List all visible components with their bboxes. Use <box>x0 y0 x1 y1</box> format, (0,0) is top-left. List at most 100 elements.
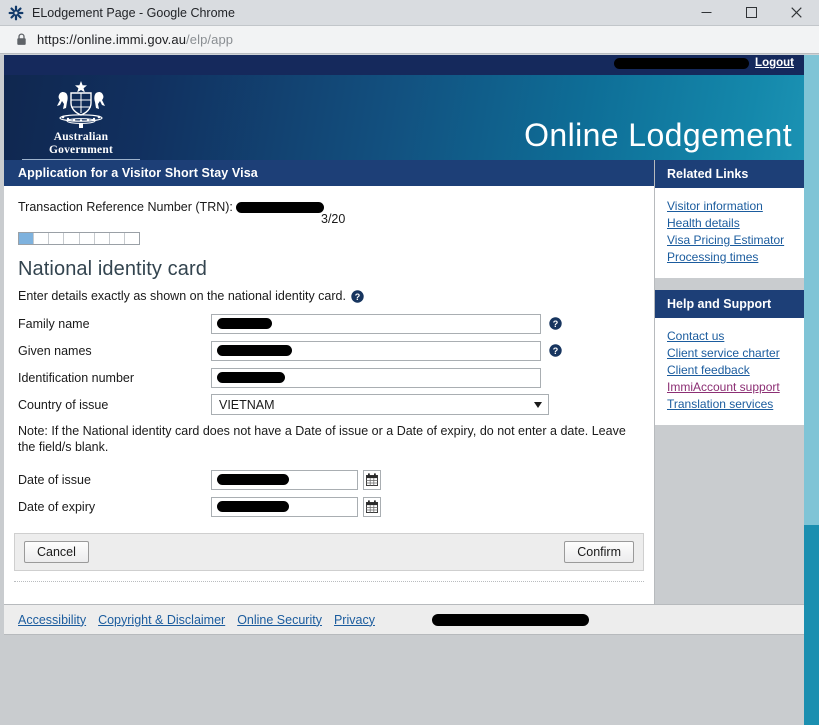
crest-line-government: Australian Government <box>22 131 140 160</box>
page-content: Logout <box>4 55 808 725</box>
browser-window: ELodgement Page - Google Chrome https://… <box>0 0 819 725</box>
label-family-name: Family name <box>18 317 211 331</box>
footer-link-privacy[interactable]: Privacy <box>334 613 375 627</box>
window-controls <box>684 0 819 26</box>
form-row-date-of-expiry: Date of expiry <box>18 496 640 517</box>
given-names-value-redacted <box>217 345 292 356</box>
version-redacted <box>432 614 589 626</box>
sidebar-link-contact-us[interactable]: Contact us <box>667 328 808 344</box>
url-text: https://online.immi.gov.au/elp/app <box>37 32 233 47</box>
label-date-of-issue: Date of issue <box>18 473 211 487</box>
identification-number-input[interactable] <box>211 368 541 388</box>
progress-segment <box>95 233 110 244</box>
label-given-names: Given names <box>18 344 211 358</box>
sidebar-tail <box>655 425 808 585</box>
form-row-family-name: Family name ? <box>18 313 640 334</box>
related-links-panel: Related Links Visitor information Health… <box>655 160 808 278</box>
progress-segment <box>64 233 79 244</box>
footer-link-online-security[interactable]: Online Security <box>237 613 322 627</box>
help-support-panel: Help and Support Contact us Client servi… <box>655 290 808 425</box>
sidebar-link-processing-times[interactable]: Processing times <box>667 249 808 265</box>
progress-bar <box>18 232 140 245</box>
browser-titlebar: ELodgement Page - Google Chrome <box>0 0 819 26</box>
scrollbar-thumb[interactable] <box>804 55 819 525</box>
url-path: /elp/app <box>186 32 233 47</box>
maximize-icon[interactable] <box>729 0 774 26</box>
below-fold-area <box>4 635 808 725</box>
date-of-issue-input[interactable] <box>211 470 358 490</box>
site-utility-bar: Logout <box>4 55 808 75</box>
sidebar-link-immiaccount-support[interactable]: ImmiAccount support <box>667 379 808 395</box>
application-section-title: Application for a Visitor Short Stay Vis… <box>4 160 654 186</box>
banner-title: Online Lodgement <box>524 117 792 154</box>
help-links-list: Contact us Client service charter Client… <box>655 318 808 425</box>
date-of-expiry-input[interactable] <box>211 497 358 517</box>
help-icon[interactable]: ? <box>549 317 562 330</box>
progress-row: 3/20 <box>18 220 640 254</box>
sidebar-link-visa-pricing-estimator[interactable]: Visa Pricing Estimator <box>667 232 808 248</box>
sidebar-link-client-feedback[interactable]: Client feedback <box>667 362 808 378</box>
given-names-input[interactable] <box>211 341 541 361</box>
confirm-button[interactable]: Confirm <box>564 541 634 563</box>
footer-link-copyright-disclaimer[interactable]: Copyright & Disclaimer <box>98 613 225 627</box>
date-of-issue-value-redacted <box>217 474 289 485</box>
instruction-label: Enter details exactly as shown on the na… <box>18 289 346 303</box>
help-support-title: Help and Support <box>655 290 808 318</box>
form-button-bar: Cancel Confirm <box>14 533 644 571</box>
page-footer: Accessibility Copyright & Disclaimer Onl… <box>4 604 808 635</box>
progress-segment <box>19 233 34 244</box>
form-row-date-of-issue: Date of issue <box>18 469 640 490</box>
page-scrollbar[interactable] <box>804 55 819 725</box>
calendar-icon[interactable] <box>363 470 381 490</box>
svg-text:?: ? <box>355 291 361 301</box>
site-banner: Australian Government Department of Home… <box>4 75 808 160</box>
lock-icon <box>16 33 27 46</box>
date-note: Note: If the National identity card does… <box>18 423 638 455</box>
country-of-issue-value: VIETNAM <box>219 398 275 412</box>
utility-bar-right: Logout <box>614 57 794 69</box>
footer-link-accessibility[interactable]: Accessibility <box>18 613 86 627</box>
browser-urlbar[interactable]: https://online.immi.gov.au/elp/app <box>0 26 819 54</box>
logout-link[interactable]: Logout <box>755 57 794 69</box>
gear-icon <box>8 5 24 21</box>
sidebar-link-visitor-information[interactable]: Visitor information <box>667 198 808 214</box>
progress-count: 3/20 <box>321 212 345 226</box>
username-redacted <box>614 58 749 69</box>
family-name-value-redacted <box>217 318 272 329</box>
sidebar-link-client-service-charter[interactable]: Client service charter <box>667 345 808 361</box>
calendar-icon[interactable] <box>363 497 381 517</box>
svg-text:?: ? <box>553 346 559 356</box>
form-row-country-of-issue: Country of issue VIETNAM <box>18 394 640 415</box>
main-spacer <box>4 582 654 604</box>
progress-segment <box>125 233 139 244</box>
help-icon[interactable]: ? <box>351 290 364 303</box>
main-inner: Transaction Reference Number (TRN): 3/20 <box>4 186 654 517</box>
progress-segment <box>49 233 64 244</box>
progress-segment <box>80 233 95 244</box>
trn-value-redacted <box>236 202 324 213</box>
label-date-of-expiry: Date of expiry <box>18 500 211 514</box>
form-row-given-names: Given names ? <box>18 340 640 361</box>
cancel-button[interactable]: Cancel <box>24 541 89 563</box>
family-name-input[interactable] <box>211 314 541 334</box>
coat-of-arms-icon <box>38 79 124 131</box>
minimize-icon[interactable] <box>684 0 729 26</box>
help-icon[interactable]: ? <box>549 344 562 357</box>
svg-text:?: ? <box>553 319 559 329</box>
url-origin: https://online.immi.gov.au <box>37 32 186 47</box>
identification-number-value-redacted <box>217 372 285 383</box>
sidebar-link-health-details[interactable]: Health details <box>667 215 808 231</box>
sidebar: Related Links Visitor information Health… <box>655 160 808 585</box>
form-row-identification-number: Identification number <box>18 367 640 388</box>
instruction-text: Enter details exactly as shown on the na… <box>18 289 640 303</box>
close-icon[interactable] <box>774 0 819 26</box>
related-links-title: Related Links <box>655 160 808 188</box>
label-identification-number: Identification number <box>18 371 211 385</box>
sidebar-link-translation-services[interactable]: Translation services <box>667 396 808 412</box>
page-title: National identity card <box>18 258 640 281</box>
trn-label: Transaction Reference Number (TRN): <box>18 200 233 214</box>
chevron-down-icon <box>534 402 542 408</box>
main-column: Application for a Visitor Short Stay Vis… <box>4 160 655 604</box>
country-of-issue-select[interactable]: VIETNAM <box>211 394 549 415</box>
sidebar-gap <box>655 278 808 290</box>
